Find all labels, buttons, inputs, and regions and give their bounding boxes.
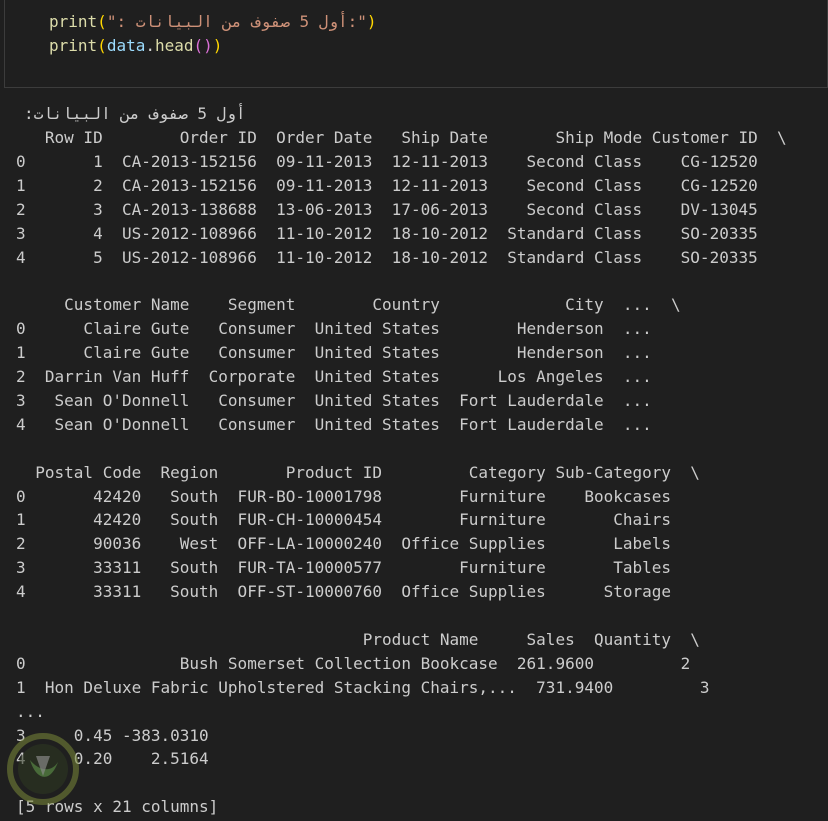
code-line-2[interactable]: print(data.head())	[49, 34, 222, 58]
output-line: Customer Name Segment Country City ... \	[16, 295, 681, 315]
output-line: 4 5 US-2012-108966 11-10-2012 18-10-2012…	[16, 247, 758, 267]
head-method: head	[154, 36, 194, 55]
output-line: 4 33311 South OFF-ST-10000760 Office Sup…	[16, 582, 672, 602]
code-line-1[interactable]: print(": أول 5 صفوف من البيانات:")	[49, 10, 377, 34]
output-line: Product Name Sales Quantity \	[16, 629, 700, 649]
output-line: 2 Darrin Van Huff Corporate United State…	[16, 367, 652, 386]
close-paren: )	[366, 12, 377, 31]
output-line: Row ID Order ID Order Date Ship Date Shi…	[16, 128, 787, 147]
inner-close-paren: )	[203, 36, 213, 55]
dot-operator: .	[145, 36, 155, 55]
close-paren: )	[212, 36, 223, 55]
output-line: 2 90036 West OFF-LA-10000240 Office Supp…	[16, 534, 672, 554]
output-line: 4 Sean O'Donnell Consumer United States …	[16, 414, 652, 434]
print-keyword: print	[49, 12, 98, 31]
output-line: 1 2 CA-2013-152156 09-11-2013 12-11-2013…	[16, 175, 758, 195]
output-line: 0 Bush Somerset Collection Bookcase 261.…	[16, 653, 691, 673]
cell-output: أول 5 صفوف من البيانات: Row ID Order ID …	[0, 88, 828, 821]
output-line: 0 Claire Gute Consumer United States Hen…	[16, 319, 652, 339]
output-line: 1 Hon Deluxe Fabric Upholstered Stacking…	[16, 677, 710, 697]
data-variable: data	[106, 36, 146, 55]
output-line: Postal Code Region Product ID Category S…	[16, 462, 700, 482]
output-line: 3 Sean O'Donnell Consumer United States …	[16, 390, 652, 410]
output-line: 0 42420 South FUR-BO-10001798 Furniture …	[16, 486, 672, 506]
output-line: ...	[16, 701, 45, 721]
output-line: 3 4 US-2012-108966 11-10-2012 18-10-2012…	[16, 223, 758, 243]
inner-open-paren: (	[193, 36, 204, 55]
output-line: 3 33311 South FUR-TA-10000577 Furniture …	[16, 558, 672, 578]
open-paren: (	[97, 36, 107, 55]
output-line: 1 Claire Gute Consumer United States Hen…	[16, 343, 652, 363]
output-heading: أول 5 صفوف من البيانات:	[24, 104, 246, 123]
string-literal: ": أول 5 صفوف من البيانات:"	[106, 12, 367, 31]
open-paren: (	[97, 12, 107, 31]
logo-watermark-icon	[7, 733, 79, 805]
output-line: 2 3 CA-2013-138688 13-06-2013 17-06-2013…	[16, 199, 758, 219]
print-keyword: print	[49, 36, 98, 55]
output-line: 1 42420 South FUR-CH-10000454 Furniture …	[16, 510, 672, 530]
code-cell[interactable]: print(": أول 5 صفوف من البيانات:") print…	[4, 0, 828, 88]
output-line: 0 1 CA-2013-152156 09-11-2013 12-11-2013…	[16, 151, 758, 171]
